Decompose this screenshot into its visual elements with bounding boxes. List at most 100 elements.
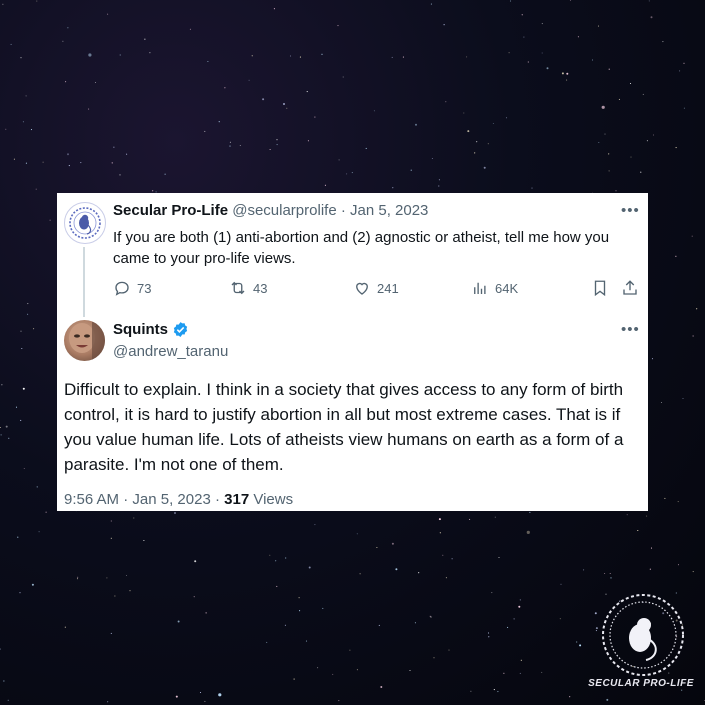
star — [476, 141, 478, 143]
star — [314, 524, 316, 526]
star — [35, 188, 37, 190]
star — [193, 596, 195, 598]
star — [681, 689, 683, 691]
share-icon — [623, 280, 637, 295]
star — [107, 13, 109, 15]
star — [30, 129, 33, 131]
star — [149, 52, 151, 54]
star — [579, 644, 582, 647]
reply-date[interactable]: Jan 5, 2023 — [132, 491, 210, 508]
star — [640, 171, 642, 173]
original-tweet-actions: 73 43 241 64K — [113, 279, 643, 299]
original-author-handle[interactable]: @secularprolife — [232, 202, 336, 219]
star — [443, 24, 445, 26]
star — [487, 632, 490, 634]
star — [560, 583, 562, 585]
retweet-button[interactable]: 43 — [229, 279, 267, 297]
secular-pro-life-avatar[interactable] — [64, 202, 106, 244]
star — [2, 3, 4, 5]
star — [126, 153, 128, 155]
reply-views-label: Views — [253, 491, 294, 508]
star — [262, 98, 265, 101]
star — [598, 141, 600, 144]
star — [541, 671, 543, 673]
star — [38, 531, 40, 533]
star — [317, 667, 319, 669]
star — [519, 672, 521, 674]
star — [662, 41, 664, 43]
star — [610, 577, 612, 579]
star — [359, 573, 361, 575]
star — [342, 76, 344, 78]
star — [365, 147, 367, 149]
reply-more-options-icon[interactable]: ••• — [621, 321, 640, 338]
star — [20, 57, 22, 59]
like-button[interactable]: 241 — [353, 279, 399, 297]
reply-button[interactable]: 73 — [113, 279, 151, 297]
star — [378, 624, 380, 626]
star — [322, 607, 324, 609]
star — [19, 592, 21, 594]
star — [597, 25, 600, 27]
star — [569, 696, 571, 698]
star — [630, 156, 632, 158]
star — [430, 616, 432, 618]
views-button[interactable]: 64K — [471, 279, 518, 297]
star — [338, 159, 340, 161]
star — [604, 133, 606, 135]
bookmark-button[interactable] — [591, 279, 609, 297]
star — [205, 612, 207, 614]
squints-avatar[interactable] — [64, 320, 105, 361]
secular-pro-life-logo-icon — [69, 207, 101, 239]
star — [239, 144, 241, 147]
star — [77, 576, 79, 578]
star — [431, 157, 433, 160]
star — [675, 255, 677, 257]
star — [448, 649, 450, 651]
star — [88, 53, 92, 57]
star — [433, 657, 435, 659]
star — [45, 511, 47, 513]
star — [337, 25, 339, 27]
star — [22, 121, 24, 123]
star — [289, 55, 292, 57]
star — [595, 630, 597, 632]
reply-author-name[interactable]: Squints — [113, 321, 168, 338]
star — [36, 486, 38, 488]
star — [324, 184, 326, 186]
star — [609, 572, 611, 575]
star — [49, 219, 51, 221]
share-button[interactable] — [621, 279, 639, 297]
more-options-icon[interactable]: ••• — [621, 202, 640, 219]
star — [248, 79, 250, 81]
star — [144, 38, 146, 40]
star — [194, 560, 197, 563]
star — [308, 566, 311, 569]
original-author-name[interactable]: Secular Pro-Life — [113, 202, 228, 219]
star — [349, 649, 351, 651]
star — [520, 659, 522, 661]
original-tweet-date[interactable]: Jan 5, 2023 — [350, 202, 428, 219]
reply-time[interactable]: 9:56 AM — [64, 491, 119, 508]
meta-separator: · — [123, 491, 129, 508]
reply-author-handle[interactable]: @andrew_taranu — [113, 343, 228, 360]
star — [518, 605, 521, 608]
star — [415, 123, 417, 126]
star — [677, 564, 680, 566]
star — [451, 558, 453, 560]
star — [338, 700, 340, 702]
star — [33, 328, 35, 330]
star — [314, 116, 316, 118]
star — [692, 571, 694, 573]
star — [76, 578, 79, 580]
star — [20, 330, 22, 332]
star — [305, 640, 308, 642]
star — [204, 130, 206, 132]
star — [174, 512, 176, 514]
star — [491, 592, 493, 594]
like-count: 241 — [377, 280, 399, 296]
star — [107, 701, 109, 703]
reply-count: 73 — [137, 280, 152, 296]
star — [65, 81, 67, 83]
star — [487, 143, 489, 145]
